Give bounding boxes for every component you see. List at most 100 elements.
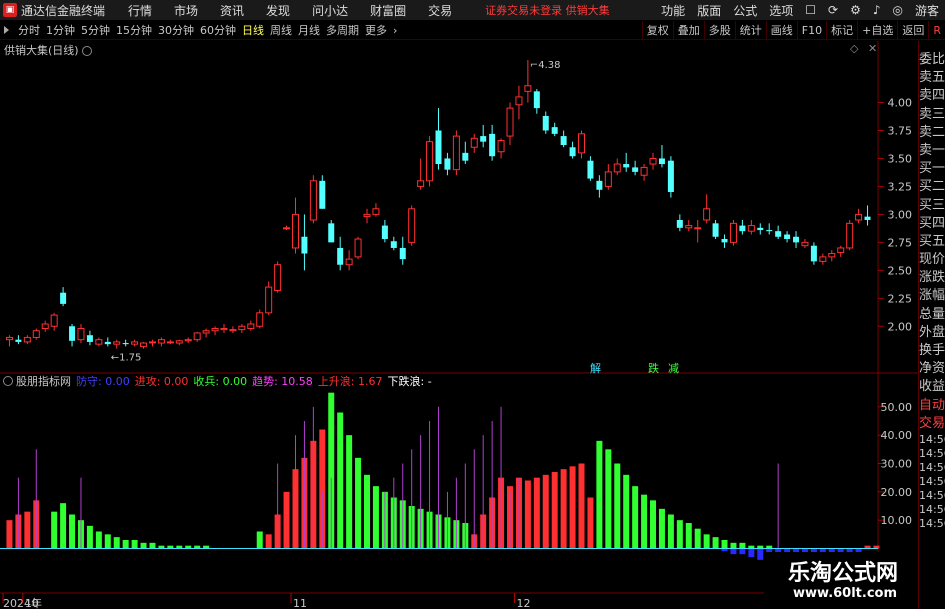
period-daily[interactable]: 日线 — [239, 22, 267, 38]
candle-body-down — [533, 91, 540, 109]
panel-field-27: 14:56 — [919, 516, 945, 530]
menu-market[interactable]: 市场 — [163, 2, 209, 19]
candle-body-up — [837, 247, 845, 253]
panel-field-17: 净资 — [919, 361, 945, 377]
candle-body-down — [739, 225, 746, 232]
candle-body-up — [148, 341, 156, 344]
period-intraday[interactable]: 分时 — [15, 22, 43, 38]
chart-area[interactable]: 2.00 2.25 2.50 2.75 3.00 3.25 3.50 3.75 4.00 10.… — [0, 41, 918, 609]
indicator-bar-收兵 — [86, 525, 93, 549]
btn-multi-stock[interactable]: 多股 — [703, 21, 735, 40]
indicator-bar-收兵 — [104, 534, 111, 549]
candle-body-up — [613, 163, 621, 173]
period-weekly[interactable]: 周线 — [267, 22, 295, 38]
btn-overlay[interactable]: 叠加 — [672, 21, 704, 40]
candle-body-down — [810, 245, 817, 262]
panel-field-6: 买一 — [919, 161, 945, 177]
indicator-bar-收兵 — [694, 528, 701, 549]
menu-layout[interactable]: 版面 — [691, 2, 727, 19]
btn-stats[interactable]: 统计 — [734, 21, 766, 40]
period-30min[interactable]: 30分钟 — [155, 22, 197, 38]
user-name[interactable]: 游客 — [909, 2, 945, 19]
btn-add-watchlist[interactable]: +自选 — [857, 21, 897, 40]
candle-body-down — [587, 160, 594, 179]
panel-field-4: 卖二 — [919, 124, 945, 140]
indicator-axis: 10.00 20.00 30.00 40.00 50.00 — [878, 401, 912, 527]
candle-body-down — [86, 335, 93, 342]
indicator-bar-收兵 — [703, 534, 710, 549]
period-60min[interactable]: 60分钟 — [197, 22, 239, 38]
candle-body-down — [596, 180, 603, 190]
settings-icon[interactable]: ⚙ — [844, 3, 867, 17]
trading-app-window: { "app": {"name": "通达信金融终端", "notice": "… — [0, 0, 945, 609]
period-5min[interactable]: 5分钟 — [78, 22, 113, 38]
period-monthly[interactable]: 月线 — [295, 22, 323, 38]
menu-quotes[interactable]: 行情 — [117, 2, 163, 19]
candle-body-up — [524, 85, 532, 92]
menu-news[interactable]: 资讯 — [209, 2, 255, 19]
btn-adjust[interactable]: 复权 — [641, 21, 673, 40]
indicator-bar-进攻 — [569, 466, 576, 549]
candle-body-up — [729, 222, 737, 243]
menu-options[interactable]: 选项 — [763, 2, 799, 19]
indicator-bar-收兵 — [596, 440, 603, 549]
period-1min[interactable]: 1分钟 — [43, 22, 78, 38]
chat-icon[interactable]: ☐ — [799, 3, 822, 17]
signal-drop: 跌 — [648, 362, 659, 375]
menu-wealth-circle[interactable]: 财富圈 — [359, 2, 417, 19]
candle-body-up — [685, 225, 693, 229]
panel-field-23: 14:56 — [919, 460, 945, 474]
refresh-icon[interactable]: ⟳ — [822, 3, 844, 17]
price-tick-label: 4.00 — [888, 97, 913, 110]
btn-f10[interactable]: F10 — [796, 21, 826, 40]
candle-body-up — [202, 330, 210, 334]
menu-function[interactable]: 功能 — [655, 2, 691, 19]
indicator-bar-收兵 — [131, 540, 138, 549]
candle-body-up — [166, 341, 174, 344]
period-multi[interactable]: 多周期 — [323, 22, 362, 38]
candle-body-down — [69, 326, 76, 341]
panel-field-15: 外盘 — [919, 324, 945, 340]
candle-body-up — [184, 339, 192, 342]
btn-back[interactable]: 返回 — [897, 21, 928, 40]
candle-body-down — [399, 247, 406, 260]
indicator-bar-收兵 — [51, 511, 58, 549]
candle-body-down — [766, 230, 773, 232]
period-more[interactable]: 更多 — [362, 22, 390, 38]
period-15min[interactable]: 15分钟 — [113, 22, 155, 38]
menu-ask[interactable]: 问小达 — [301, 2, 359, 19]
user-icon[interactable]: ◎ — [887, 3, 909, 17]
collapse-triangle-icon[interactable] — [4, 26, 9, 34]
indicator-bar-进攻 — [542, 474, 549, 549]
r-badge-icon[interactable]: R — [928, 21, 945, 40]
candle-body-up — [5, 336, 13, 341]
candle-body-up — [309, 180, 317, 221]
btn-mark[interactable]: 标记 — [826, 21, 857, 40]
btn-draw[interactable]: 画线 — [765, 21, 797, 40]
candle-body-up — [363, 213, 371, 218]
candle-body-down — [542, 115, 549, 131]
login-notice[interactable]: 证券交易未登录 供销大集 — [485, 2, 610, 18]
candle-body-down — [337, 247, 344, 265]
menu-formula[interactable]: 公式 — [727, 2, 763, 19]
candle-body-up — [175, 340, 183, 344]
bell-icon[interactable]: ♪ — [867, 3, 887, 17]
menu-discover[interactable]: 发现 — [255, 2, 301, 19]
main-menu: 行情 市场 资讯 发现 问小达 财富圈 交易 — [117, 2, 463, 19]
price-tick-label: 3.00 — [888, 208, 913, 221]
indicator-bar-收兵 — [363, 474, 370, 549]
panel-field-5: 卖一 — [919, 142, 945, 158]
date-tick-label: 10 — [25, 597, 39, 609]
price-axis: 2.00 2.25 2.50 2.75 3.00 3.25 3.50 3.75 4.00 — [878, 97, 913, 333]
price-tick-label: 2.50 — [888, 264, 913, 277]
chevron-right-icon[interactable]: › — [390, 24, 400, 37]
price-tick-label: 2.75 — [888, 236, 913, 249]
indicator-bar-收兵 — [650, 500, 657, 549]
candle-body-up — [515, 96, 523, 106]
candle-body-down — [480, 136, 487, 142]
candlestick-series — [5, 60, 871, 349]
candle-body-up — [291, 213, 299, 249]
menu-trade[interactable]: 交易 — [417, 2, 463, 19]
indicator-tick-label: 20.00 — [881, 486, 913, 499]
signal-release: 解 — [590, 362, 601, 375]
